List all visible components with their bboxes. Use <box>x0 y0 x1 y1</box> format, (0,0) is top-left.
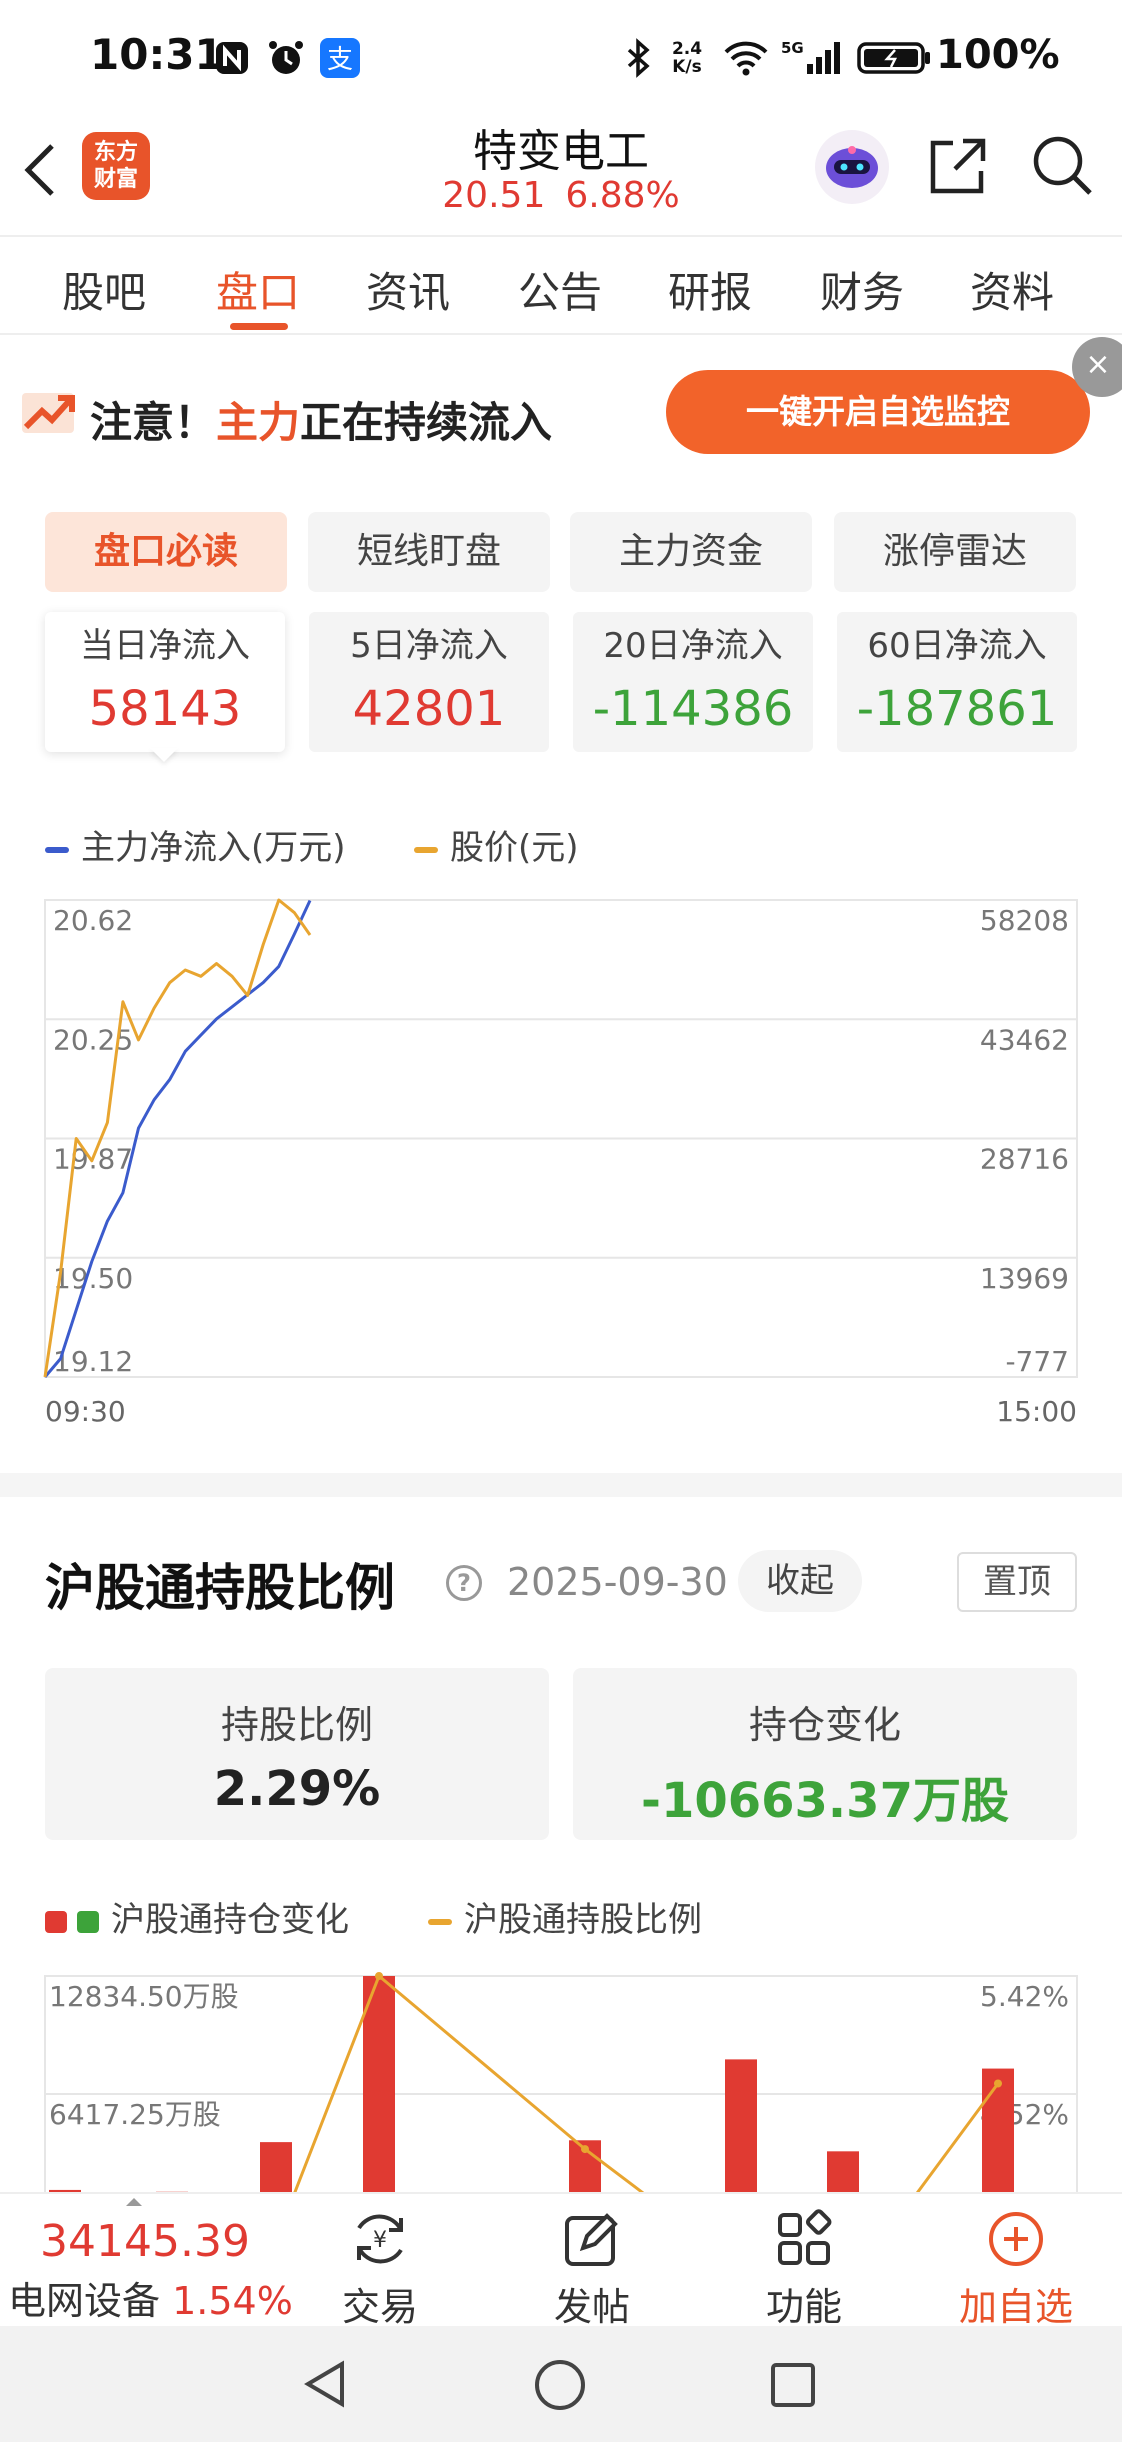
status-bar: 10:31 支 2.4 K/s 5G 100% <box>0 0 1122 115</box>
svg-text:¥: ¥ <box>373 2228 387 2253</box>
share-icon[interactable] <box>925 133 995 203</box>
legend-holding-ratio: 沪股通持股比例 <box>428 1892 702 1941</box>
stock-price: 20.51 <box>442 175 546 216</box>
banner-title: 注意！主力正在持续流入 <box>90 398 553 447</box>
nav-trade[interactable]: ¥ 交易 <box>310 2204 450 2331</box>
legend-main-flow: 主力净流入(万元) <box>45 820 346 869</box>
position-change-card: 持仓变化 -10663.37万股 <box>573 1668 1077 1840</box>
hk-holding-chart: 12834.50万股 5.42%6417.25万股 4.52% <box>44 1972 1078 2192</box>
alipay-icon: 支 <box>318 36 362 80</box>
grid-icon <box>734 2204 874 2274</box>
ratio-point <box>994 2079 1002 2088</box>
pin-top-button[interactable]: 置顶 <box>957 1552 1077 1612</box>
battery-percent: 100% <box>936 32 1060 78</box>
help-icon[interactable]: ? <box>446 1565 482 1601</box>
tab-profile[interactable]: 资料 <box>970 259 1054 320</box>
tab-guba[interactable]: 股吧 <box>62 259 146 320</box>
add-circle-icon <box>946 2204 1086 2274</box>
legend-price: 股价(元) <box>414 820 579 869</box>
bluetooth-icon <box>620 36 656 80</box>
tab-announcements[interactable]: 公告 <box>518 259 602 320</box>
legend-position-change: 沪股通持仓变化 <box>45 1892 349 1941</box>
y-tick-right: 28716 <box>980 1143 1069 1176</box>
bar <box>725 2059 757 2192</box>
trend-up-icon <box>20 387 78 437</box>
monitor-banner: 注意！主力正在持续流入 一键开启自选监控 × <box>0 337 1122 477</box>
signal-icon: 5G <box>778 36 844 80</box>
x-tick-end: 15:00 <box>996 1395 1077 1428</box>
search-icon[interactable] <box>1030 133 1100 203</box>
status-time: 10:31 <box>90 30 224 79</box>
flow-chart: 20.62 5820820.25 4346219.87 2871619.50 13969… <box>43 898 1078 1428</box>
flow-card-today[interactable]: 当日净流入 58143 <box>45 612 285 752</box>
holding-ratio-card: 持股比例 2.29% <box>45 1668 549 1840</box>
edit-icon <box>522 2204 662 2274</box>
bottom-bar: 34145.39 电网设备 1.54% ¥ 交易 发帖 功能 加自选 <box>0 2192 1122 2329</box>
bar <box>260 2142 292 2192</box>
net-speed: 2.4 K/s <box>671 39 703 77</box>
robot-assistant-icon[interactable] <box>815 130 889 204</box>
svg-text:5G: 5G <box>781 39 804 57</box>
tab-finance[interactable]: 财务 <box>820 259 904 320</box>
nav-recents-icon[interactable] <box>768 2360 818 2414</box>
x-tick-start: 09:30 <box>45 1395 126 1428</box>
section-divider <box>0 1473 1122 1497</box>
nav-home-icon[interactable] <box>533 2358 587 2416</box>
battery-icon <box>856 36 934 80</box>
ratio-point <box>581 2145 589 2154</box>
y-tick-right: 58208 <box>980 904 1069 937</box>
y-tick-right: 43462 <box>980 1023 1069 1056</box>
y-tick-left: 19.12 <box>53 1345 133 1378</box>
y-tick-left: 6417.25万股 <box>49 2098 221 2131</box>
subtab-limit-up-radar[interactable]: 涨停雷达 <box>834 512 1076 592</box>
nav-add-watchlist[interactable]: 加自选 <box>946 2204 1086 2331</box>
main-tabs: 股吧 盘口 资讯 公告 研报 财务 资料 <box>0 235 1122 335</box>
subtab-short-term[interactable]: 短线盯盘 <box>308 512 550 592</box>
svg-text:支: 支 <box>327 45 353 75</box>
enable-monitor-button[interactable]: 一键开启自选监控 <box>666 370 1090 454</box>
nfc-icon <box>212 36 252 80</box>
y-tick-right: -777 <box>1005 1345 1069 1378</box>
expand-up-icon[interactable] <box>126 2198 142 2206</box>
active-tab-indicator <box>230 323 288 330</box>
stock-header: 东方 财富 特变电工 20.51 6.88% <box>0 115 1122 235</box>
collapse-button[interactable]: 收起 <box>738 1550 862 1612</box>
y-tick-left: 20.62 <box>53 904 133 937</box>
hk-section-date: 2025-09-30 <box>507 1560 728 1604</box>
y-tick-right: 5.42% <box>980 1980 1069 2013</box>
card-pointer <box>150 748 178 762</box>
trade-icon: ¥ <box>310 2204 450 2274</box>
wifi-icon <box>720 36 772 80</box>
stock-change-pct: 6.88% <box>565 175 680 216</box>
subtab-main-funds[interactable]: 主力资金 <box>570 512 812 592</box>
tab-news[interactable]: 资讯 <box>366 259 450 320</box>
nav-post[interactable]: 发帖 <box>522 2204 662 2331</box>
y-tick-right: 13969 <box>980 1262 1069 1295</box>
flow-card-60d[interactable]: 60日净流入 -187861 <box>837 612 1077 752</box>
y-tick-left: 19.50 <box>53 1262 133 1295</box>
nav-back-icon[interactable] <box>300 2358 350 2414</box>
ratio-point <box>375 1972 383 1980</box>
sector-index-name[interactable]: 电网设备 1.54% <box>8 2270 293 2325</box>
subtab-must-read[interactable]: 盘口必读 <box>45 512 287 592</box>
hk-section-title: 沪股通持股比例 <box>45 1559 395 1617</box>
bar <box>827 2151 859 2192</box>
alarm-icon <box>264 36 308 80</box>
flow-card-20d[interactable]: 20日净流入 -114386 <box>573 612 813 752</box>
flow-card-5d[interactable]: 5日净流入 42801 <box>309 612 549 752</box>
sector-index-value[interactable]: 34145.39 <box>40 2216 250 2267</box>
y-tick-left: 20.25 <box>53 1023 133 1056</box>
system-nav-bar <box>0 2326 1122 2442</box>
y-tick-left: 12834.50万股 <box>49 1980 239 2013</box>
nav-functions[interactable]: 功能 <box>734 2204 874 2331</box>
tab-research[interactable]: 研报 <box>668 259 752 320</box>
tab-pankou[interactable]: 盘口 <box>216 259 300 320</box>
